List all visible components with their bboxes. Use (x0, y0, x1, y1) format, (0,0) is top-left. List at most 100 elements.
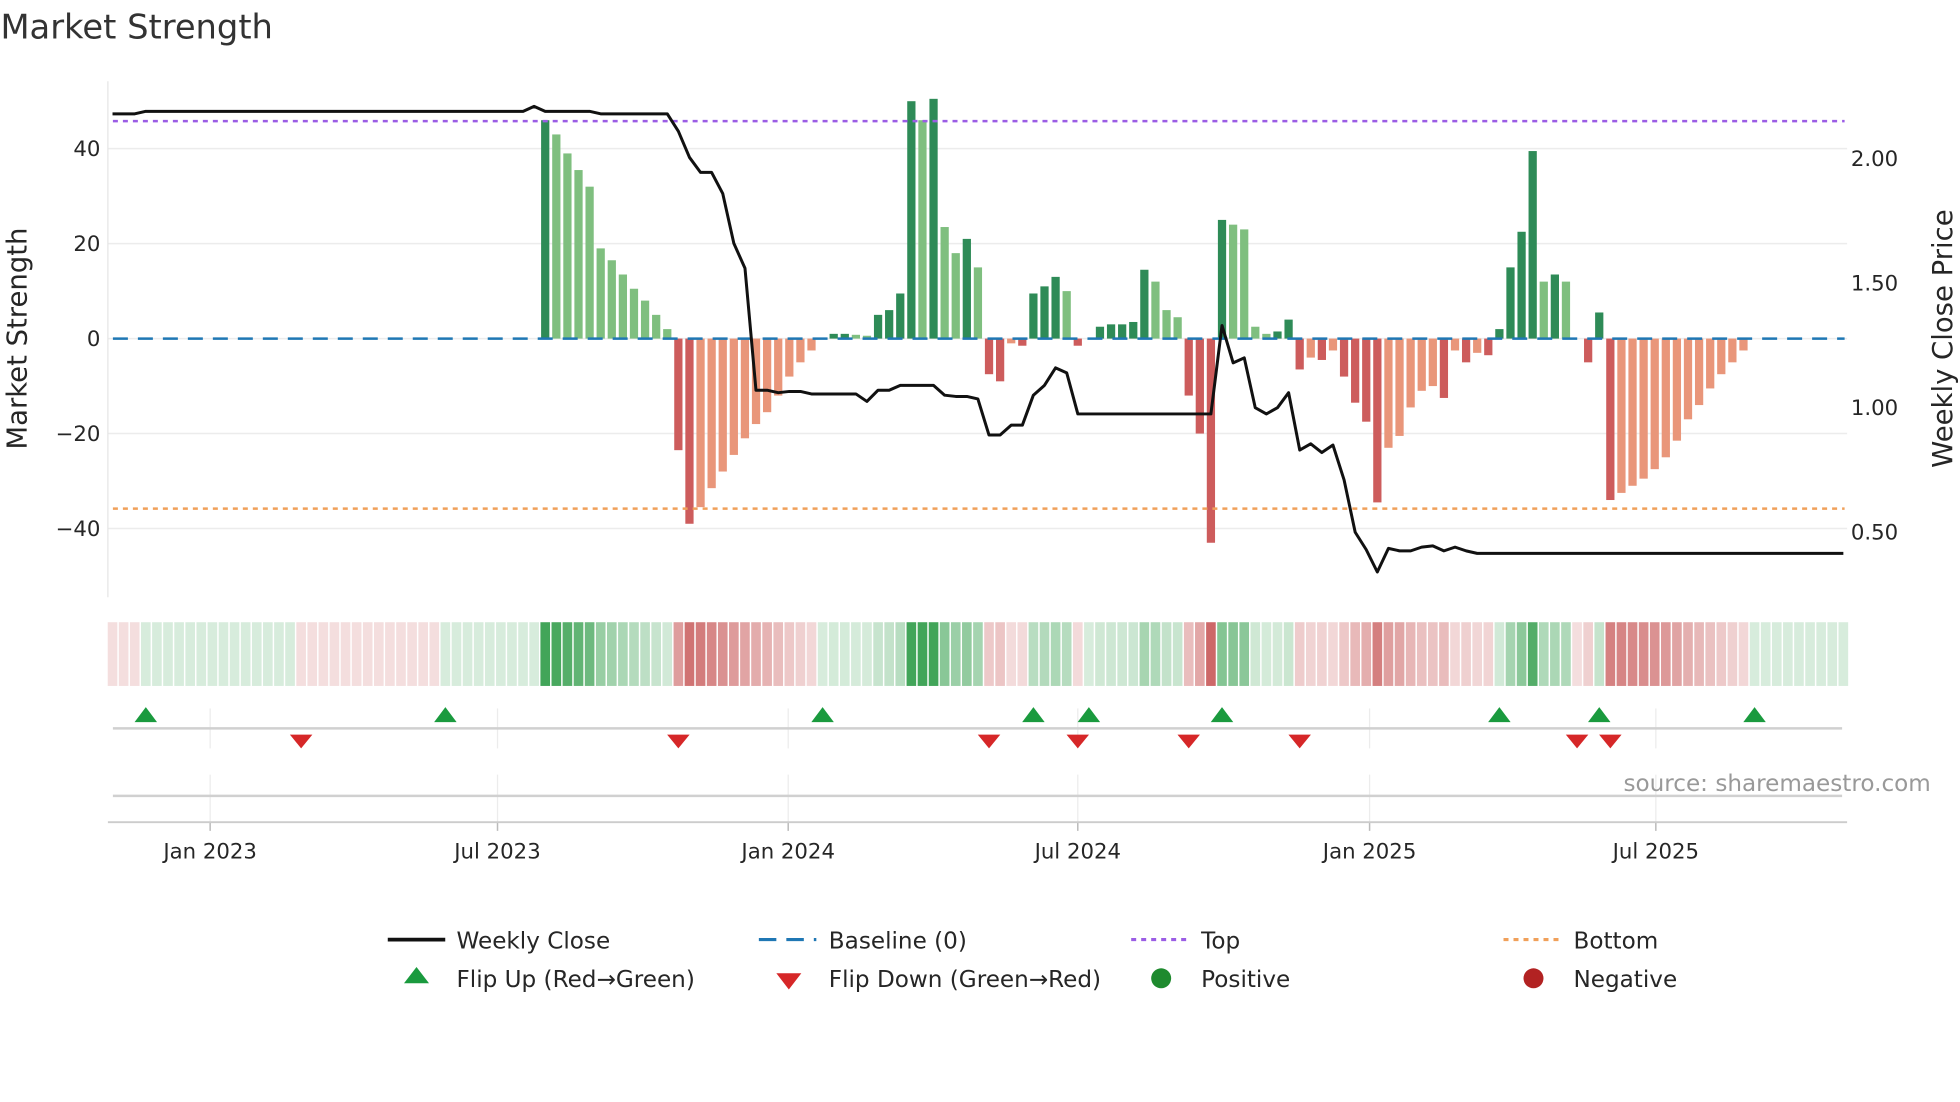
strength-bar (1694, 338, 1704, 406)
regime-cell (1827, 622, 1838, 686)
strength-bar (1306, 338, 1315, 358)
regime-cell (906, 622, 917, 686)
strength-bar (1351, 338, 1360, 403)
strength-bar (652, 314, 661, 339)
regime-cell (373, 622, 384, 686)
regime-cell (1283, 622, 1294, 686)
flip-up-marker (1077, 707, 1101, 723)
regime-cell (251, 622, 262, 686)
strength-bar (873, 314, 883, 339)
regime-cell (1339, 622, 1349, 686)
flip-down-marker (1288, 734, 1311, 749)
regime-cell (673, 622, 684, 686)
regime-cell (1649, 622, 1660, 686)
strength-bar (1617, 338, 1626, 493)
flip-down-marker (977, 734, 1001, 749)
regime-cell (1383, 622, 1394, 686)
strength-bar (796, 338, 805, 363)
regime-cell (762, 622, 772, 686)
regime-cell (407, 622, 417, 686)
regime-cell (1394, 622, 1405, 686)
strength-bar (1162, 310, 1171, 339)
regime-cell (1039, 622, 1050, 686)
regime-cell (240, 622, 251, 686)
regime-cell (773, 622, 784, 686)
strength-bar (729, 338, 738, 455)
regime-cell (1350, 622, 1360, 686)
strength-bar (1628, 338, 1637, 486)
gridlines (107, 147, 1848, 823)
legend-flip-down: Flip Down (Green→Red) (829, 967, 1101, 993)
y-tick-label: −20 (56, 422, 101, 447)
positive-dot-icon (1151, 968, 1172, 989)
strength-bar (1717, 338, 1726, 375)
strength-bar (940, 227, 949, 339)
regime-cell (296, 622, 306, 686)
strength-bar (629, 288, 639, 339)
regime-cell (507, 622, 517, 686)
regime-cell (274, 622, 284, 686)
strength-bar (1317, 338, 1326, 360)
regime-cell (1006, 622, 1017, 686)
strength-bar (1650, 338, 1659, 470)
legend: Weekly Close Baseline (0) Top Bottom Fli… (387, 928, 1677, 993)
strength-bar (1639, 338, 1648, 479)
strength-bar (1195, 338, 1204, 434)
strength-bar (674, 338, 683, 451)
regime-cell (1749, 622, 1760, 686)
chart-title: Market Strength (0, 8, 272, 47)
negative-dot-icon (1523, 968, 1544, 989)
y-tick-label: 0 (87, 327, 101, 352)
strength-bar (1428, 338, 1437, 387)
strength-bar (1606, 338, 1615, 501)
regime-cell (584, 622, 595, 686)
strength-bar (1295, 338, 1304, 370)
strength-bar (1029, 293, 1038, 339)
flip-down-marker (1177, 734, 1200, 749)
strength-bar (1484, 338, 1493, 356)
x-tick-label: Jan 2025 (1321, 839, 1417, 864)
regime-cell (529, 622, 539, 686)
legend-positive: Positive (1201, 967, 1290, 993)
strength-bar (984, 338, 994, 375)
regime-cell (1638, 622, 1649, 686)
strength-bar (585, 186, 594, 339)
strength-bar (885, 310, 894, 339)
regime-cell (462, 622, 473, 686)
regime-cell (873, 622, 883, 686)
regime-cell (1472, 622, 1483, 686)
strength-bar (1118, 324, 1127, 339)
y2-tick-label: 2.00 (1851, 147, 1898, 172)
strength-bar (1095, 326, 1105, 339)
flip-down-marker (1599, 734, 1622, 749)
regime-cell (362, 622, 373, 686)
regime-cell (573, 622, 584, 686)
strength-bar (1240, 229, 1249, 339)
regime-cell (1405, 622, 1416, 686)
flip-down-marker (289, 734, 313, 749)
strength-bar (1362, 338, 1371, 422)
x-tick-label: Jul 2025 (1611, 839, 1699, 864)
strength-bar (1206, 338, 1216, 543)
regime-cell (1317, 622, 1327, 686)
regime-cell (473, 622, 484, 686)
strength-bar (807, 338, 816, 351)
regime-cell (329, 622, 340, 686)
y-tick-label: −40 (56, 517, 101, 542)
regime-cell (884, 622, 894, 686)
regime-cell (540, 622, 551, 686)
regime-cell (207, 622, 218, 686)
regime-cell (828, 622, 839, 686)
flip-markers (107, 707, 1848, 824)
regime-cell (784, 622, 795, 686)
strength-bar (907, 101, 916, 339)
strength-bar (1461, 338, 1471, 363)
strength-bar (718, 338, 727, 472)
regime-cell (1805, 622, 1815, 686)
strength-bar (995, 338, 1005, 382)
regime-strip (107, 622, 1849, 686)
regime-cell (1705, 622, 1716, 686)
regime-cell (518, 622, 528, 686)
regime-cell (1727, 622, 1738, 686)
regime-cell (706, 622, 717, 686)
